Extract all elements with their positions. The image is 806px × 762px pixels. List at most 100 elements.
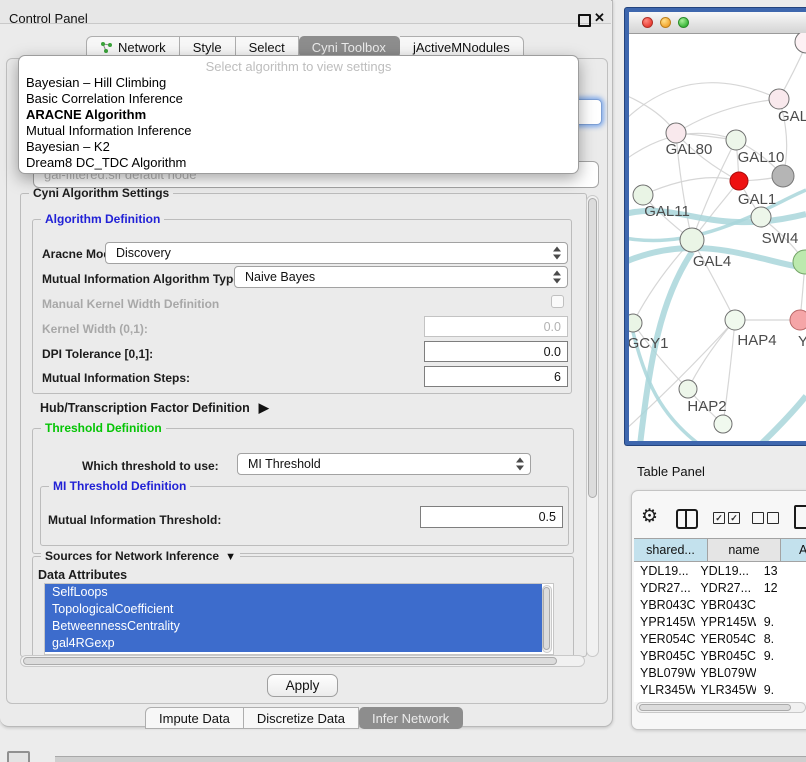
column-header-name[interactable]: name <box>708 539 781 561</box>
threshold-definition-title: Threshold Definition <box>41 421 166 435</box>
network-node-gal11[interactable] <box>633 185 653 205</box>
dpi-tolerance-field[interactable]: 0.0 <box>424 341 568 362</box>
table-hscrollbar-thumb[interactable] <box>639 704 791 711</box>
network-node-label: GAL80 <box>666 141 713 158</box>
zoom-traffic-light[interactable] <box>678 17 689 28</box>
manual-kernel-width-checkbox[interactable] <box>551 295 564 308</box>
network-node[interactable] <box>714 415 732 433</box>
network-edge[interactable] <box>629 83 779 120</box>
table-cell: YLR345W <box>634 683 695 697</box>
minimize-traffic-light[interactable] <box>660 17 671 28</box>
table-cell: 13 <box>756 564 806 578</box>
algorithm-dropdown-popup: Select algorithm to view settings Bayesi… <box>18 55 579 174</box>
network-node[interactable] <box>793 250 806 274</box>
network-node-gal80[interactable] <box>666 123 686 143</box>
combo-spinner-icon <box>553 247 561 260</box>
algorithm-definition-title: Algorithm Definition <box>41 212 164 226</box>
collapsed-panel-button[interactable] <box>7 751 30 762</box>
network-node-gal4[interactable] <box>680 228 704 252</box>
which-threshold-label: Which threshold to use: <box>82 459 219 473</box>
network-node-swi4[interactable] <box>751 207 771 227</box>
settings-vscrollbar-thumb[interactable] <box>588 198 597 498</box>
network-canvas[interactable]: GALGAL80GAL10GAL1GAL11SWI4GAL4GCY1HAP4YH… <box>629 33 806 441</box>
table-cell: YDL19... <box>634 564 695 578</box>
which-threshold-combo[interactable]: MI Threshold <box>237 453 531 475</box>
network-node[interactable] <box>772 165 794 187</box>
table-row[interactable]: YDR27...YDR27...12 <box>634 579 806 596</box>
network-edge[interactable] <box>688 320 735 389</box>
network-node-gcy1[interactable] <box>629 314 642 332</box>
table-row[interactable]: YBR045CYBR045C9. <box>634 647 806 664</box>
kernel-width-field[interactable]: 0.0 <box>424 316 568 337</box>
mi-steps-field[interactable]: 6 <box>424 366 568 387</box>
data-attributes-list[interactable]: SelfLoopsTopologicalCoefficientBetweenne… <box>44 583 554 655</box>
combo-spinner-icon <box>516 458 524 471</box>
table-rows[interactable]: YDL19...YDL19...13YDR27...YDR27...12YBR0… <box>634 562 806 702</box>
algorithm-option[interactable]: Dream8 DC_TDC Algorithm <box>19 155 578 171</box>
column-header-partial[interactable]: A <box>781 539 806 561</box>
screenshot-root: Control Panel ✕ Network Style Select Cyn… <box>0 0 806 762</box>
algorithm-option[interactable]: Bayesian – K2 <box>19 139 578 155</box>
network-node-y[interactable] <box>790 310 806 330</box>
tab-discretize-data[interactable]: Discretize Data <box>244 707 359 729</box>
tab-infer-network[interactable]: Infer Network <box>359 707 463 729</box>
manual-kernel-width-label: Manual Kernel Width Definition <box>42 297 219 311</box>
close-traffic-light[interactable] <box>642 17 653 28</box>
apply-button[interactable]: Apply <box>267 674 338 697</box>
unchecked-checkbox-icon[interactable] <box>767 512 779 524</box>
data-attribute-item-selected[interactable]: BetweennessCentrality <box>45 618 542 635</box>
network-node[interactable] <box>795 33 806 53</box>
table-cell: 9. <box>756 615 806 629</box>
dropdown-options: Bayesian – Hill ClimbingBasic Correlatio… <box>19 75 578 171</box>
data-attribute-item-selected[interactable]: TopologicalCoefficient <box>45 601 542 618</box>
network-window-titlebar[interactable] <box>629 12 806 34</box>
table-row[interactable]: YBR043CYBR043C <box>634 596 806 613</box>
hub-definition-toggle[interactable]: Hub/Transcription Factor Definition▶ <box>40 400 269 416</box>
table-cell: 12 <box>756 581 806 595</box>
column-header-shared[interactable]: shared... <box>634 539 708 561</box>
network-node-hap2[interactable] <box>679 380 697 398</box>
mi-algorithm-type-combo[interactable]: Naive Bayes <box>234 266 568 288</box>
split-columns-icon[interactable] <box>676 509 698 529</box>
algorithm-option[interactable]: Bayesian – Hill Climbing <box>19 75 578 91</box>
algorithm-option[interactable]: ARACNE Algorithm <box>19 107 578 123</box>
network-node-gal10[interactable] <box>726 130 746 150</box>
table-row[interactable]: YER054CYER054C8. <box>634 630 806 647</box>
network-node-gal1[interactable] <box>730 172 748 190</box>
data-attribute-item-selected[interactable]: SelfLoops <box>45 584 542 601</box>
network-node-gal[interactable] <box>769 89 789 109</box>
checked-checkbox-icon[interactable]: ✓ <box>713 512 725 524</box>
unchecked-checkbox-icon[interactable] <box>752 512 764 524</box>
float-window-icon[interactable] <box>578 14 591 27</box>
checked-checkbox-icon[interactable]: ✓ <box>728 512 740 524</box>
table-cell: YDL19... <box>695 564 755 578</box>
network-node-label: SWI4 <box>762 230 799 247</box>
data-attribute-item-selected[interactable]: gal4RGexp <box>45 635 542 652</box>
network-node-label: GAL1 <box>738 191 776 208</box>
algorithm-option[interactable]: Basic Correlation Inference <box>19 91 578 107</box>
network-edge[interactable] <box>643 178 739 195</box>
table-row[interactable]: YDL19...YDL19...13 <box>634 562 806 579</box>
aracne-mode-combo[interactable]: Discovery <box>105 242 568 264</box>
mi-threshold-field[interactable]: 0.5 <box>420 506 563 528</box>
attribute-list-scrollbar-thumb[interactable] <box>543 587 550 650</box>
table-cell: YBL079W <box>634 666 695 680</box>
network-node-hap4[interactable] <box>725 310 745 330</box>
table-row[interactable]: YBL079WYBL079W <box>634 664 806 681</box>
collapse-down-icon: ▼ <box>225 551 236 563</box>
settings-hscrollbar-thumb[interactable] <box>23 657 557 665</box>
sources-group-title[interactable]: Sources for Network Inference▼ <box>41 549 240 563</box>
dropdown-prompt: Select algorithm to view settings <box>19 59 578 75</box>
control-panel-titlebar <box>0 0 611 24</box>
tab-impute-data[interactable]: Impute Data <box>145 707 244 729</box>
network-icon <box>100 41 113 54</box>
algorithm-option[interactable]: Mutual Information Inference <box>19 123 578 139</box>
cyni-algorithm-settings-title: Cyni Algorithm Settings <box>29 186 173 200</box>
network-edge-thick[interactable] <box>760 396 806 441</box>
table-row[interactable]: YLR345WYLR345W9. <box>634 681 806 698</box>
page-icon[interactable] <box>794 505 806 529</box>
network-edge[interactable] <box>676 99 779 133</box>
close-window-icon[interactable]: ✕ <box>594 10 605 26</box>
table-row[interactable]: YPR145WYPR145W9. <box>634 613 806 630</box>
gear-icon[interactable]: ⚙ <box>641 507 658 526</box>
